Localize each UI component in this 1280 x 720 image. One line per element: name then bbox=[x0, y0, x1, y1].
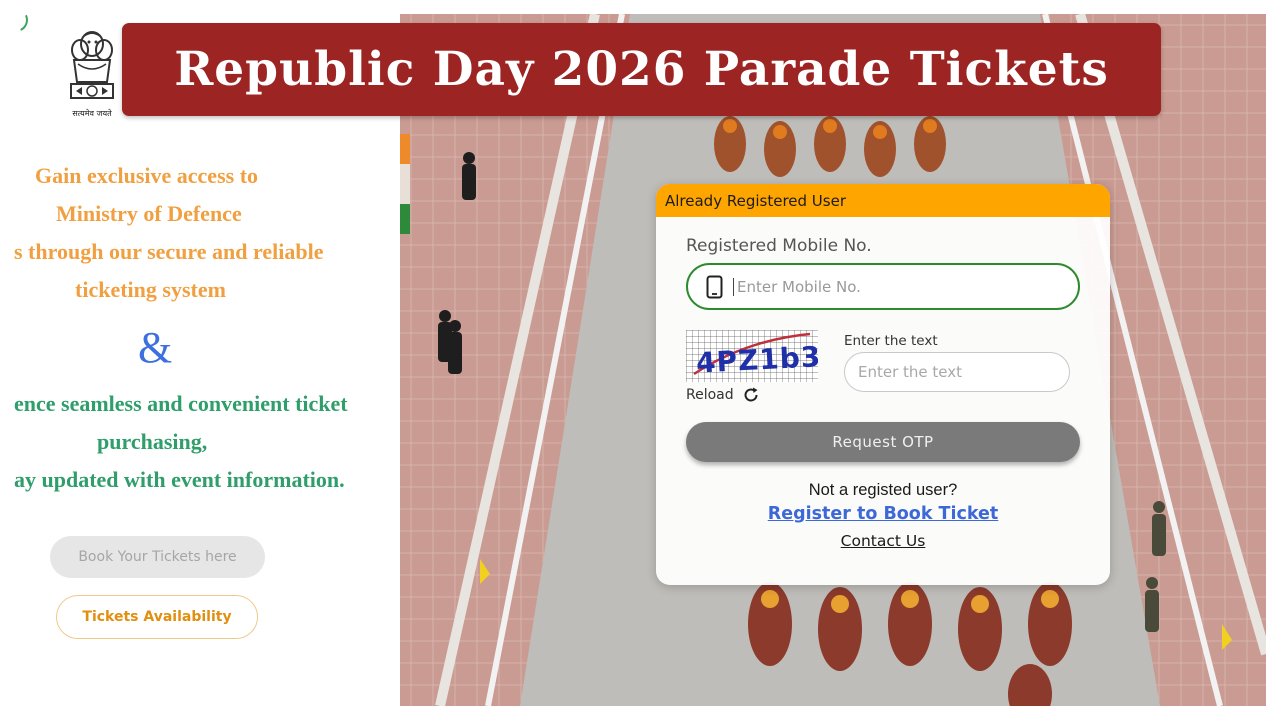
captcha-input[interactable] bbox=[844, 352, 1070, 392]
mobile-number-input[interactable] bbox=[733, 277, 1033, 296]
not-registered-text: Not a registed user? bbox=[808, 481, 958, 499]
captcha-image: 4PZ1b3 bbox=[686, 330, 818, 382]
emblem-motto: सत्यमेव जयते bbox=[72, 109, 112, 118]
tickets-availability-button[interactable]: Tickets Availability bbox=[56, 595, 258, 639]
promo-line-5: ence seamless and convenient ticket bbox=[14, 391, 348, 416]
request-otp-button[interactable]: Request OTP bbox=[686, 422, 1080, 462]
promo-line-2: Ministry of Defence bbox=[56, 201, 242, 226]
login-card: Already Registered User Registered Mobil… bbox=[656, 184, 1110, 585]
book-tickets-button[interactable]: Book Your Tickets here bbox=[50, 536, 265, 578]
promo-line-4: ticketing system bbox=[75, 277, 226, 302]
title-banner: Republic Day 2026 Parade Tickets bbox=[122, 23, 1161, 116]
captcha-text: 4PZ1b3 bbox=[695, 340, 818, 380]
refresh-icon[interactable] bbox=[742, 386, 760, 404]
loading-spinner-icon bbox=[0, 4, 32, 36]
national-emblem-icon bbox=[70, 31, 114, 99]
reload-captcha-button[interactable]: Reload bbox=[686, 386, 760, 404]
captcha-label: Enter the text bbox=[844, 333, 938, 349]
ampersand: & bbox=[138, 323, 173, 372]
promo-line-7: ay updated with event information. bbox=[14, 467, 345, 492]
card-header: Already Registered User bbox=[656, 184, 1110, 217]
promo-line-1: Gain exclusive access to bbox=[35, 163, 259, 188]
reload-label: Reload bbox=[686, 387, 734, 403]
promo-line-6: purchasing, bbox=[97, 429, 208, 454]
mobile-label: Registered Mobile No. bbox=[686, 236, 872, 256]
page-title: Republic Day 2026 Parade Tickets bbox=[174, 42, 1109, 97]
mobile-phone-icon bbox=[706, 275, 723, 298]
mobile-field-wrapper[interactable] bbox=[686, 263, 1080, 310]
register-link[interactable]: Register to Book Ticket bbox=[656, 504, 1110, 524]
contact-us-link[interactable]: Contact Us bbox=[656, 532, 1110, 550]
promo-line-3: s through our secure and reliable bbox=[14, 239, 324, 264]
